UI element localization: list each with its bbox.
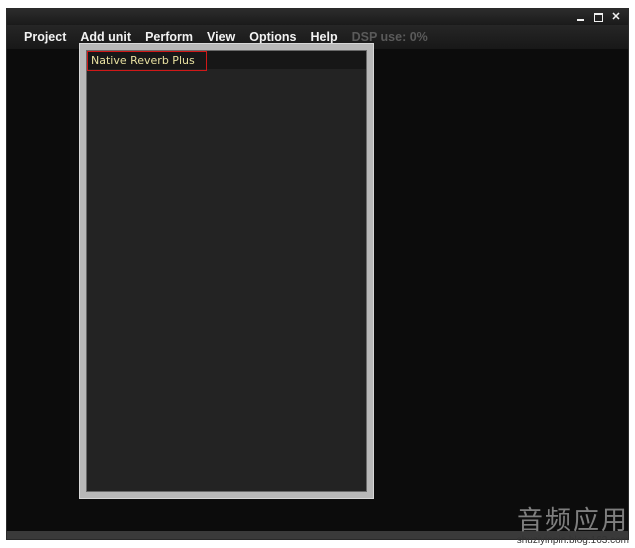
menu-options[interactable]: Options <box>249 30 296 44</box>
window-controls: ✕ <box>574 9 622 25</box>
close-button[interactable]: ✕ <box>610 11 622 23</box>
maximize-icon <box>593 13 603 22</box>
unit-panel-frame: Native Reverb Plus <box>79 43 374 499</box>
status-bar <box>7 531 628 539</box>
menu-view[interactable]: View <box>207 30 235 44</box>
menu-help[interactable]: Help <box>311 30 338 44</box>
minimize-icon <box>576 19 584 21</box>
menu-add-unit[interactable]: Add unit <box>80 30 131 44</box>
close-icon: ✕ <box>611 11 621 23</box>
menu-project[interactable]: Project <box>24 30 66 44</box>
app-window: ✕ Project Add unit Perform View Options … <box>6 8 629 540</box>
unit-panel: Native Reverb Plus <box>86 50 367 492</box>
title-bar[interactable]: ✕ <box>7 9 628 25</box>
menu-perform[interactable]: Perform <box>145 30 193 44</box>
maximize-button[interactable] <box>592 11 604 23</box>
unit-item-native-reverb-plus[interactable]: Native Reverb Plus <box>87 51 207 71</box>
dsp-usage-status: DSP use: 0% <box>351 30 428 44</box>
minimize-button[interactable] <box>574 11 586 23</box>
